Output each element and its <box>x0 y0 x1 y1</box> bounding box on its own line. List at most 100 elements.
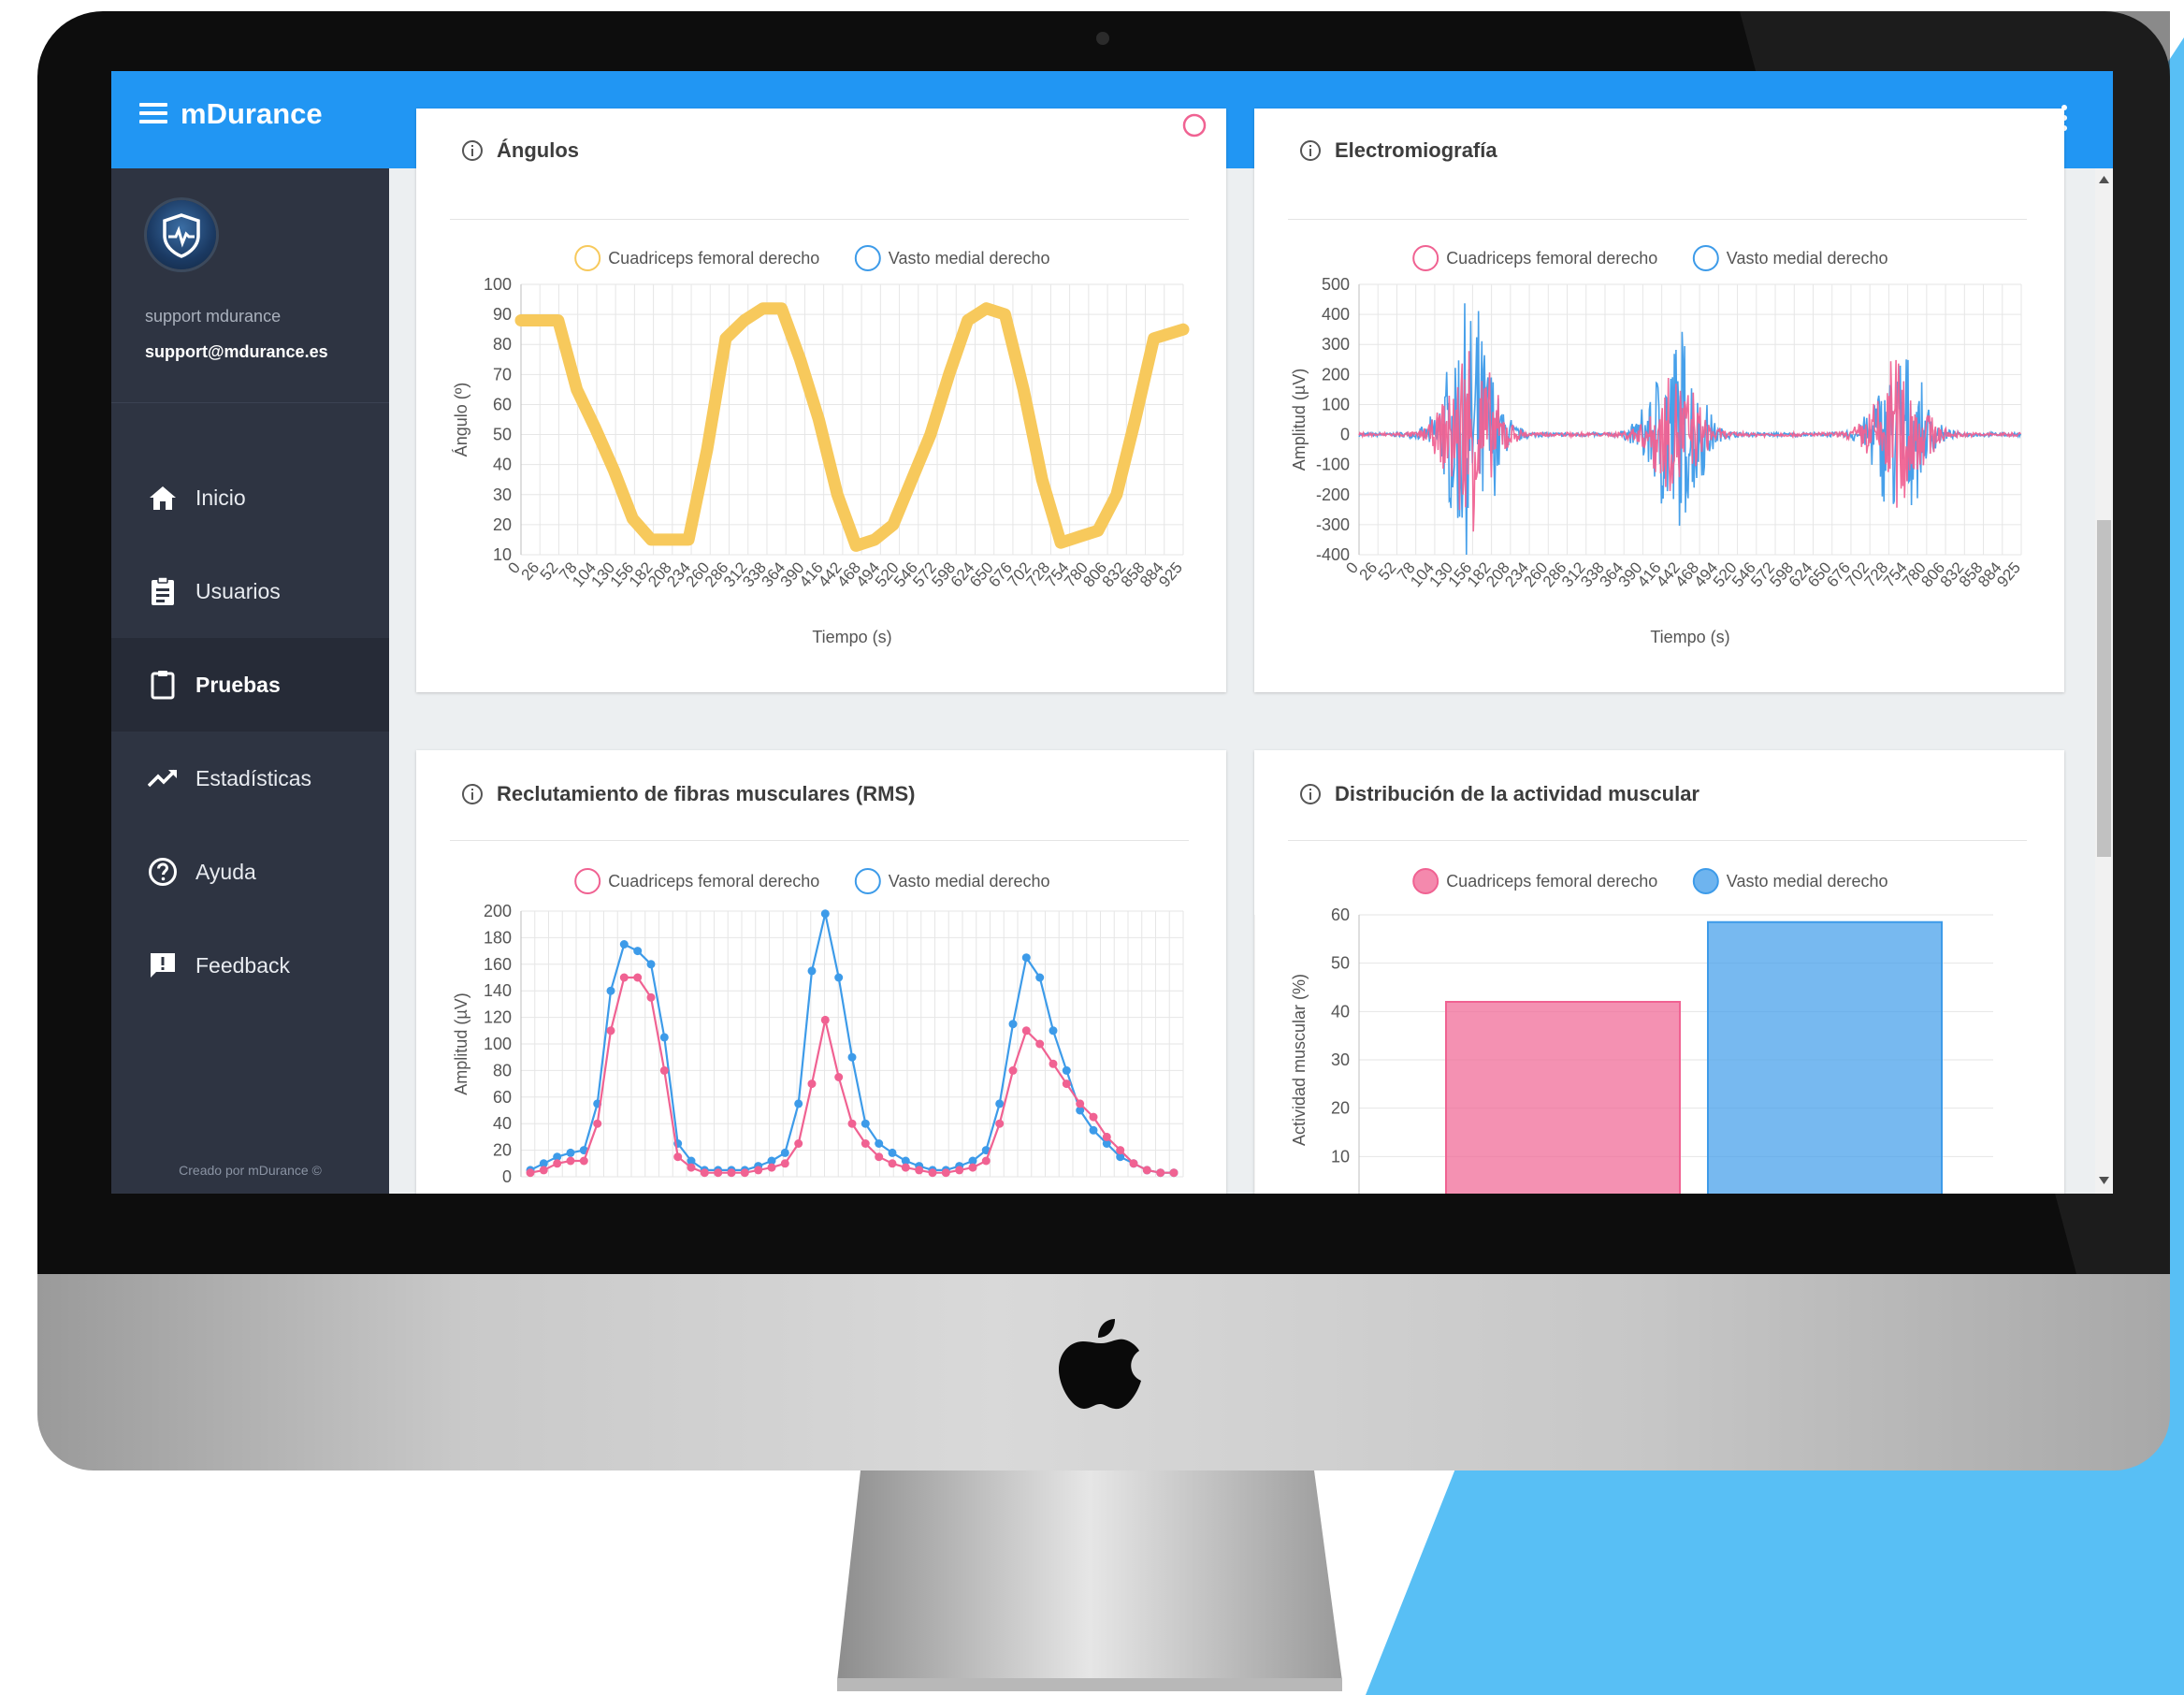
data-point <box>700 1168 709 1178</box>
y-tick-label: -300 <box>1316 515 1350 534</box>
y-tick-label: 300 <box>1322 335 1350 354</box>
info-icon[interactable] <box>461 783 484 805</box>
legend-label: Cuadriceps femoral derecho <box>1446 872 1657 891</box>
legend-swatch <box>1692 245 1719 271</box>
data-point <box>606 1026 615 1036</box>
y-tick-label: 50 <box>1331 954 1350 973</box>
alert-icon[interactable] <box>1181 112 1208 138</box>
legend-label: Vasto medial derecho <box>1727 249 1888 268</box>
y-tick-label: 60 <box>493 1088 512 1107</box>
rms-chart: Cuadriceps femoral derecho Vasto medial d… <box>452 868 1184 1186</box>
bar-cuadriceps <box>1445 1001 1681 1194</box>
y-tick-label: 20 <box>493 1141 512 1160</box>
data-point <box>995 1119 1005 1128</box>
angles-chart: Cuadriceps femoral derecho Vasto medial d… <box>452 245 1190 646</box>
data-point <box>820 909 830 919</box>
sidebar-item-ayuda[interactable]: Ayuda <box>111 825 389 919</box>
y-tick-label: 60 <box>493 395 512 413</box>
x-axis-label: Tiempo (s) <box>812 628 891 646</box>
data-point <box>1035 1039 1045 1049</box>
y-tick-label: 80 <box>493 1061 512 1079</box>
sidebar-footer: Creado por mDurance © <box>179 1163 322 1178</box>
emg-card: Electromiografía Cuadriceps femoral dere… <box>1254 109 2064 692</box>
data-point <box>847 1119 857 1128</box>
data-point <box>740 1168 749 1178</box>
bar-vasto <box>1707 920 1943 1194</box>
legend-label: Cuadriceps femoral derecho <box>608 249 819 268</box>
x-axis-label: Tiempo (s) <box>1650 628 1729 646</box>
y-tick-label: 200 <box>484 902 512 920</box>
y-tick-label: -400 <box>1316 545 1350 564</box>
y-tick-label: 100 <box>484 275 512 294</box>
data-point <box>941 1168 950 1178</box>
data-point <box>633 947 643 956</box>
data-point <box>714 1168 723 1178</box>
sidebar-item-label: Estadísticas <box>195 765 311 790</box>
data-point <box>1008 1020 1018 1029</box>
data-point <box>1008 1065 1018 1075</box>
y-tick-label: 100 <box>484 1035 512 1053</box>
x-tick-label: 925 <box>1155 558 1186 590</box>
monitor-camera <box>1096 32 1109 45</box>
y-tick-label: 40 <box>1331 1002 1350 1021</box>
legend-swatch <box>854 868 881 894</box>
data-point <box>754 1166 763 1175</box>
data-point <box>767 1163 776 1172</box>
sidebar-item-estadisticas[interactable]: Estadísticas <box>111 732 389 825</box>
scroll-up-arrow-icon[interactable] <box>2097 174 2111 185</box>
card-divider <box>450 219 1189 220</box>
data-point <box>955 1166 964 1175</box>
data-point <box>593 1119 602 1128</box>
data-point <box>875 1139 884 1148</box>
data-point <box>1142 1166 1151 1175</box>
sidebar-item-feedback[interactable]: Feedback <box>111 919 389 1012</box>
sidebar-item-inicio[interactable]: Inicio <box>111 451 389 544</box>
info-icon[interactable] <box>461 139 484 162</box>
data-point <box>807 1079 817 1089</box>
data-point <box>901 1163 910 1172</box>
y-tick-label: 400 <box>1322 305 1350 324</box>
info-icon[interactable] <box>1299 139 1322 162</box>
y-tick-label: 80 <box>493 335 512 354</box>
legend-label: Vasto medial derecho <box>1727 872 1888 891</box>
sidebar-item-pruebas[interactable]: Pruebas <box>111 638 389 732</box>
rms-card: Reclutamiento de fibras musculares (RMS)… <box>416 750 1226 1194</box>
data-point <box>968 1163 977 1172</box>
data-point <box>566 1148 575 1157</box>
sidebar-item-label: Pruebas <box>195 672 281 697</box>
data-point <box>928 1168 937 1178</box>
data-point <box>727 1168 736 1178</box>
y-tick-label: 0 <box>1340 426 1350 444</box>
data-point <box>673 1152 683 1162</box>
distribution-chart: Cuadriceps femoral derecho Vasto medial d… <box>1254 868 1993 1194</box>
legend-swatch <box>1692 868 1719 894</box>
data-point <box>1049 1059 1058 1068</box>
sidebar-item-usuarios[interactable]: Usuarios <box>111 544 389 638</box>
legend-swatch <box>1412 245 1439 271</box>
avatar[interactable] <box>147 200 216 269</box>
sidebar-item-label: Ayuda <box>195 859 256 884</box>
scroll-down-arrow-icon[interactable] <box>2097 1175 2111 1186</box>
y-tick-label: 40 <box>493 456 512 474</box>
menu-icon[interactable] <box>139 103 167 127</box>
distribution-card-title: Distribución de la actividad muscular <box>1299 782 1699 806</box>
data-point <box>619 940 629 949</box>
y-tick-label: 60 <box>1331 905 1350 924</box>
y-tick-label: 70 <box>493 365 512 384</box>
legend-label: Vasto medial derecho <box>889 872 1050 891</box>
shield-heartbeat-icon <box>163 213 200 258</box>
y-tick-label: 180 <box>484 928 512 947</box>
data-point <box>619 973 629 982</box>
y-tick-label: 20 <box>1331 1099 1350 1118</box>
sidebar-item-label: Feedback <box>195 952 291 978</box>
y-axis-label: Ángulo (º) <box>452 383 470 457</box>
info-icon[interactable] <box>1299 783 1322 805</box>
help-circle-icon <box>147 856 179 888</box>
card-divider <box>450 840 1189 841</box>
clipboard-icon <box>147 669 179 701</box>
data-point <box>780 1148 789 1157</box>
scrollbar-thumb[interactable] <box>2097 520 2111 857</box>
data-point <box>915 1166 924 1175</box>
y-tick-label: -200 <box>1316 485 1350 504</box>
home-icon <box>147 482 179 514</box>
